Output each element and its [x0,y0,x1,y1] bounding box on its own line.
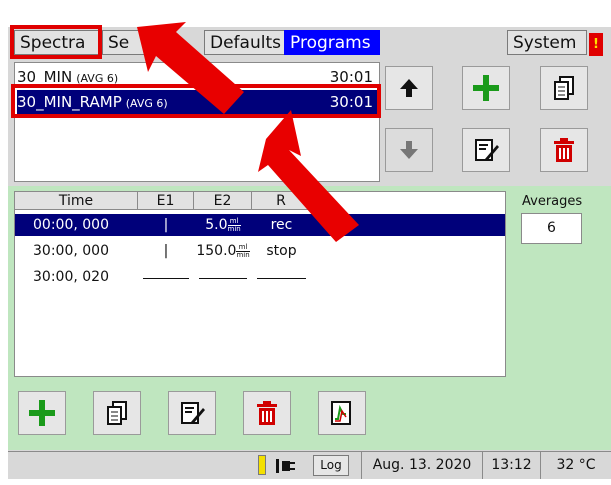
copy-program-button[interactable] [540,66,588,110]
table-row[interactable]: 30:00, 000 | 150.0 ml min stop [15,240,505,262]
highlight-box-selected-program [11,84,381,118]
step-e2: 150.0 ml min [194,240,252,262]
step-r: rec [270,217,293,233]
unit-denominator: min [236,250,250,259]
status-time: 13:12 [482,451,540,479]
plus-icon [29,400,55,426]
delete-program-button[interactable] [540,128,588,172]
table-row[interactable]: 30:00, 020 [15,266,505,288]
empty-cell-line [199,278,247,279]
step-e1: | [163,217,169,233]
edit-program-button[interactable] [462,128,510,172]
copy-step-button[interactable] [93,391,141,435]
edit-icon [181,402,205,424]
edit-step-button[interactable] [168,391,216,435]
log-button[interactable]: Log [313,455,349,476]
trash-icon [257,401,277,425]
column-header-r: R [252,192,311,210]
copy-icon [554,76,574,100]
alert-indicator[interactable]: ! [589,33,603,56]
copy-icon [107,401,127,425]
edit-icon [475,139,499,161]
column-header-e1: E1 [138,192,194,210]
move-down-button[interactable] [385,128,433,172]
steps-table[interactable]: Time E1 E2 R 00:00, 000 | 5.0 ml min rec 3… [14,191,506,377]
status-date: Aug. 13. 2020 [361,451,482,479]
step-time: 30:00, 020 [33,269,109,285]
delete-step-button[interactable] [243,391,291,435]
step-time: 30:00, 000 [33,243,109,259]
column-header-e2: E2 [194,192,252,210]
step-time: 00:00, 000 [33,217,109,233]
add-program-button[interactable] [462,66,510,110]
program-list[interactable]: 30_MIN (AVG 6) 30:01 30_MIN_RAMP (AVG 6) 3… [14,62,380,182]
tab-system[interactable]: System [507,30,587,55]
step-r: stop [266,243,297,259]
trash-icon [554,138,574,162]
empty-cell-line [143,278,189,279]
empty-cell-line [257,278,306,279]
tab-defaults[interactable]: Defaults [204,30,287,55]
power-plug-icon [276,459,295,473]
step-e2-value: 5.0 [205,217,228,233]
step-e2-value: 150.0 [196,243,237,259]
status-temperature: 32 °C [540,451,611,479]
battery-icon [258,455,266,475]
add-step-button[interactable] [18,391,66,435]
column-header-time: Time [15,192,138,210]
chart-icon [331,401,351,425]
plus-icon [473,75,499,101]
averages-input[interactable]: 6 [521,213,582,244]
arrow-down-icon [400,141,418,159]
highlight-box-spectra-tab [10,25,102,59]
plot-program-button[interactable] [318,391,366,435]
tab-setup[interactable]: Se [102,30,168,55]
arrow-up-icon [400,79,418,97]
step-e2: 5.0 ml min [194,214,252,236]
unit-denominator: min [227,224,241,233]
table-row[interactable]: 00:00, 000 | 5.0 ml min rec [15,214,505,236]
averages-label: Averages [522,194,583,209]
step-e1: | [163,243,169,259]
move-up-button[interactable] [385,66,433,110]
tab-programs[interactable]: Programs [284,30,380,55]
